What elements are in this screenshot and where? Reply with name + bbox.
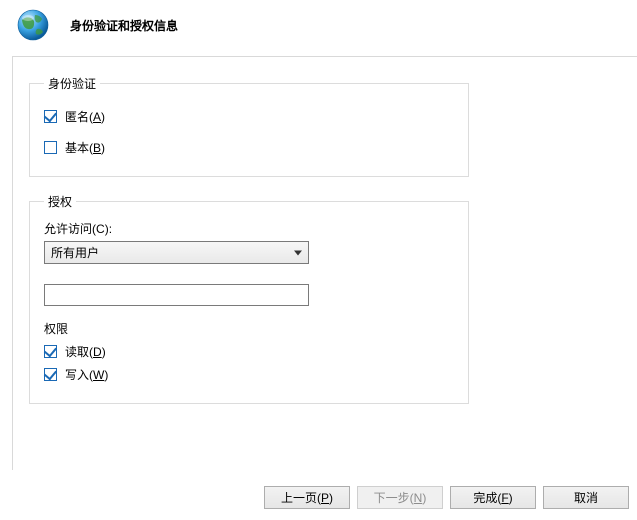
- write-checkbox[interactable]: [44, 368, 57, 381]
- anonymous-checkbox[interactable]: [44, 110, 57, 123]
- authorization-group: 授权 允许访问(C): 所有用户 权限 读取(D) 写入(W): [29, 193, 469, 404]
- anonymous-row: 匿名(A): [44, 108, 454, 125]
- cancel-button[interactable]: 取消: [543, 486, 629, 509]
- dialog-title: 身份验证和授权信息: [70, 17, 178, 34]
- write-label: 写入(W): [65, 366, 108, 383]
- dialog-header: 身份验证和授权信息: [0, 0, 637, 54]
- content-panel: 身份验证 匿名(A) 基本(B) 授权 允许访问(C): 所有用户: [12, 56, 637, 470]
- previous-button[interactable]: 上一页(P): [264, 486, 350, 509]
- anonymous-label: 匿名(A): [65, 108, 105, 125]
- basic-row: 基本(B): [44, 139, 454, 156]
- write-row: 写入(W): [44, 366, 454, 383]
- authentication-legend: 身份验证: [44, 75, 100, 92]
- wizard-dialog: 身份验证和授权信息 身份验证 匿名(A) 基本(B) 授权 允: [0, 0, 637, 520]
- authorization-legend: 授权: [44, 193, 76, 210]
- allow-access-combo[interactable]: 所有用户: [44, 241, 309, 264]
- specify-users-input[interactable]: [44, 284, 309, 306]
- read-row: 读取(D): [44, 343, 454, 360]
- globe-icon: [14, 6, 52, 44]
- authentication-group: 身份验证 匿名(A) 基本(B): [29, 75, 469, 177]
- allow-access-label: 允许访问(C):: [44, 220, 454, 237]
- chevron-down-icon: [294, 250, 302, 255]
- read-checkbox[interactable]: [44, 345, 57, 358]
- basic-checkbox[interactable]: [44, 141, 57, 154]
- wizard-footer: 上一页(P) 下一步(N) 完成(F) 取消: [0, 474, 637, 520]
- basic-label: 基本(B): [65, 139, 105, 156]
- next-button: 下一步(N): [357, 486, 443, 509]
- finish-button[interactable]: 完成(F): [450, 486, 536, 509]
- read-label: 读取(D): [65, 343, 106, 360]
- allow-access-selected: 所有用户: [51, 244, 99, 261]
- permissions-heading: 权限: [44, 320, 454, 337]
